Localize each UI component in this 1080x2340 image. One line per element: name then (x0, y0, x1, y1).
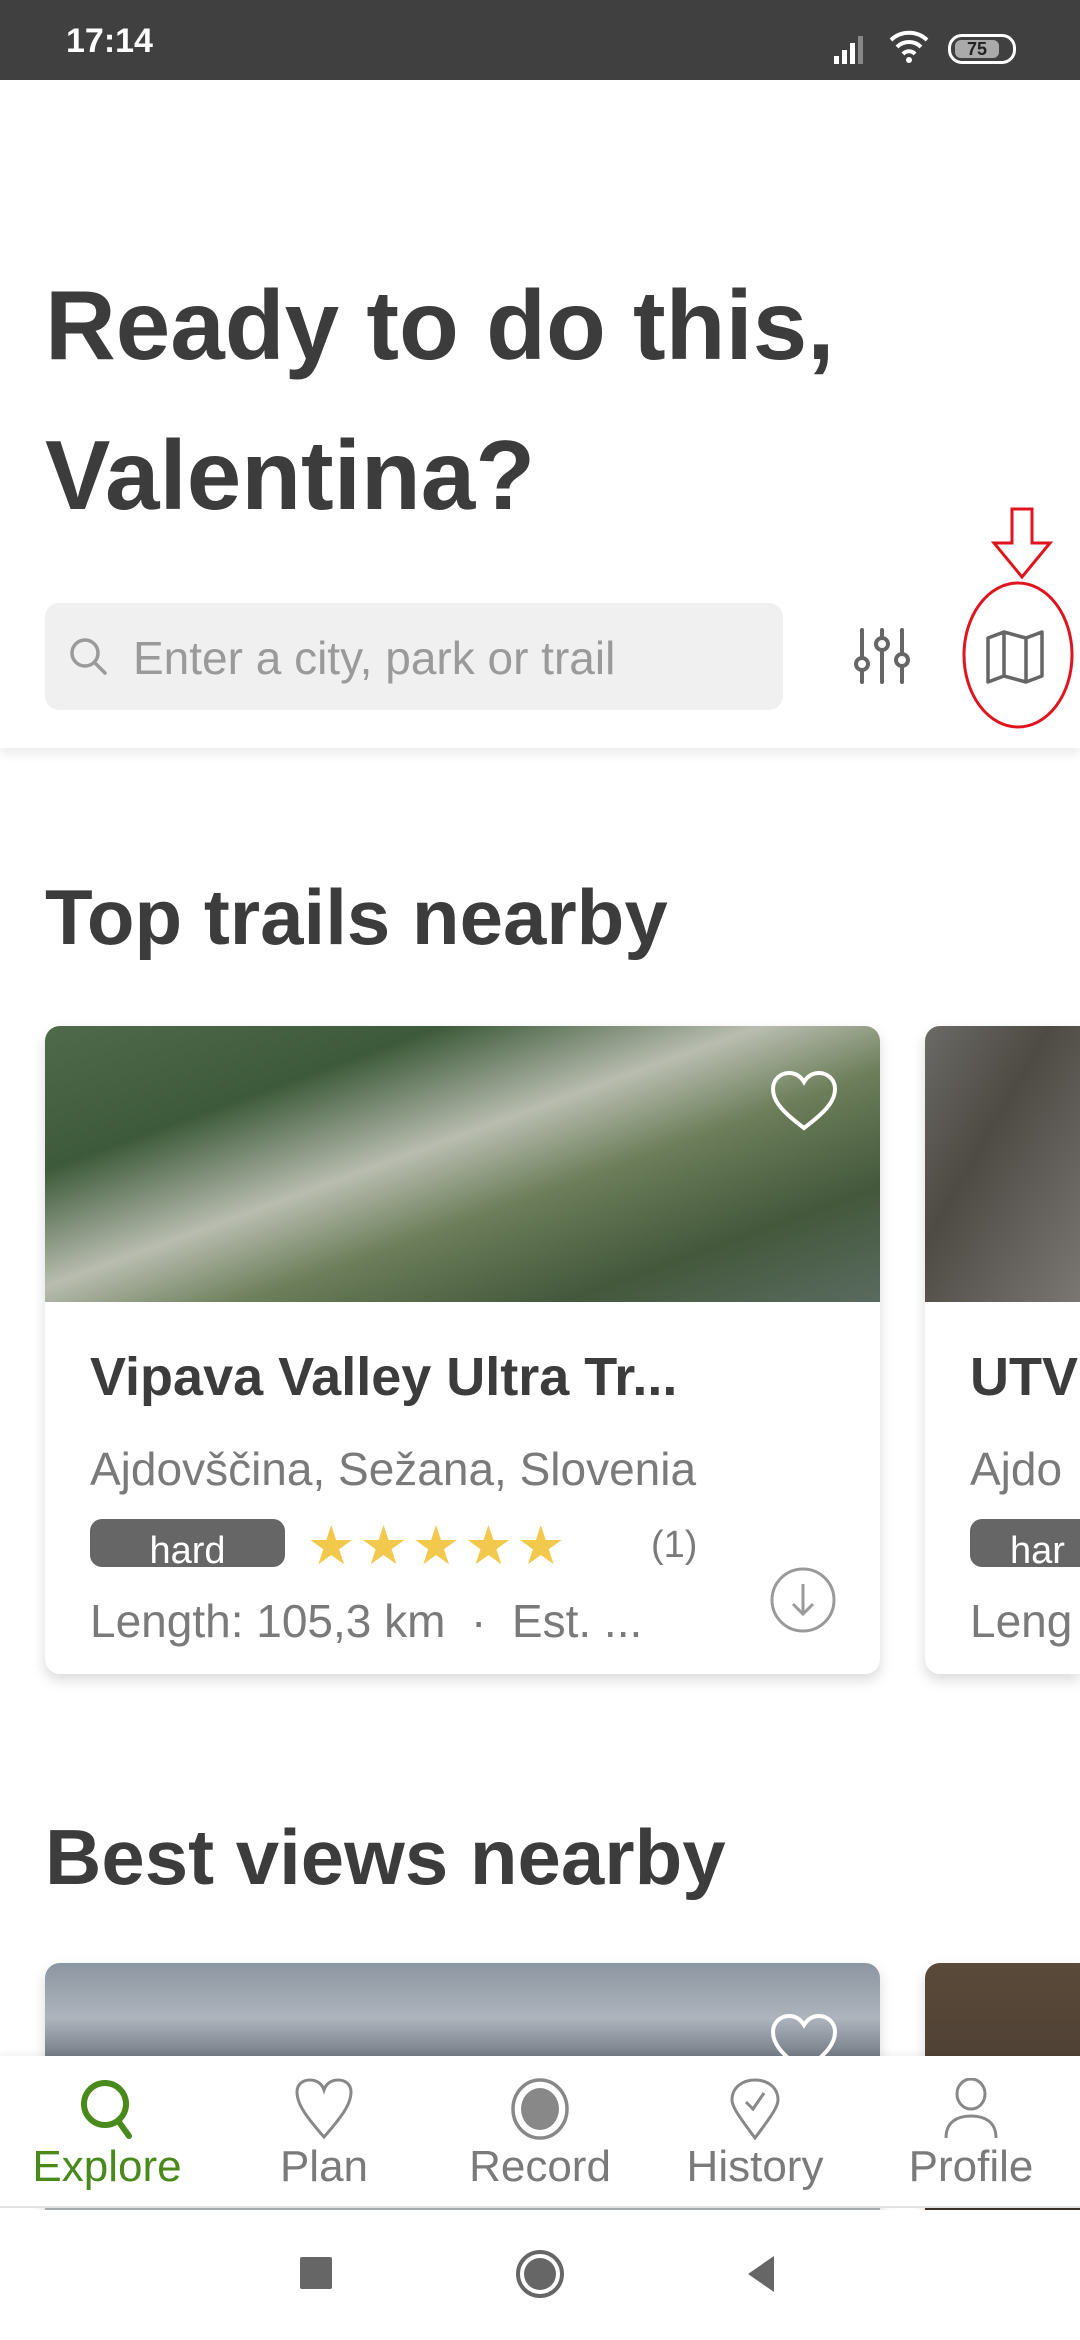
record-icon (511, 2078, 569, 2140)
download-icon[interactable] (769, 1566, 837, 1634)
difficulty-badge: har (970, 1519, 1080, 1567)
nav-label: Plan (279, 2142, 369, 2191)
sliders-icon[interactable] (852, 626, 912, 686)
nav-label: Explore (32, 2142, 182, 2191)
nav-profile[interactable]: Profile (871, 2056, 1071, 2208)
system-nav-bar (0, 2210, 1080, 2340)
greeting-line1: Ready to do this, (45, 270, 835, 380)
nav-explore[interactable]: Explore (7, 2056, 207, 2208)
nav-label: History (686, 2142, 824, 2191)
nav-label: Profile (908, 2142, 1034, 2191)
heart-icon[interactable] (770, 1070, 838, 1132)
nav-record[interactable]: Record (440, 2056, 640, 2208)
review-count: (1) (651, 1524, 698, 1566)
greeting-line2: Valentina? (45, 420, 536, 530)
bottom-nav: Explore Plan Record History Profile (0, 2056, 1080, 2208)
signal-icon (834, 36, 863, 64)
trail-photo (45, 1026, 880, 1302)
wifi-icon (889, 30, 929, 63)
search-input[interactable]: Enter a city, park or trail (45, 603, 783, 710)
trail-title: UTV (970, 1347, 1078, 1407)
difficulty-badge: hard (90, 1519, 285, 1567)
trail-location: Ajdo (970, 1443, 1063, 1495)
star-rating: ★★★★★ (307, 1516, 570, 1576)
search-icon (81, 2080, 132, 2139)
status-bar: 17:14 75 (0, 0, 1080, 80)
back-button[interactable] (744, 2254, 778, 2294)
clock: 17:14 (66, 22, 153, 60)
nav-plan[interactable]: Plan (224, 2056, 424, 2208)
header: Ready to do this, Valentina? Enter a cit… (0, 80, 1080, 748)
section-title-best-views: Best views nearby (45, 1813, 726, 1901)
battery-level: 75 (955, 40, 999, 58)
trail-photo (925, 1026, 1080, 1302)
heart-icon (295, 2078, 353, 2140)
history-pin-icon (730, 2078, 780, 2140)
search-placeholder: Enter a city, park or trail (133, 632, 616, 684)
recents-button[interactable] (300, 2257, 332, 2289)
trail-card[interactable]: UTV Ajdo har Leng (925, 1026, 1080, 1674)
person-icon (944, 2078, 998, 2139)
battery-icon: 75 (948, 34, 1016, 64)
trail-length: Leng (970, 1595, 1073, 1647)
trail-location: Ajdovščina, Sežana, Slovenia (90, 1443, 697, 1495)
search-icon (70, 638, 107, 675)
nav-history[interactable]: History (655, 2056, 855, 2208)
section-title-top-trails: Top trails nearby (45, 873, 668, 961)
trail-title: Vipava Valley Ultra Tr... (90, 1347, 678, 1407)
annotation-arrow-circle (962, 507, 1074, 729)
trail-length: Length: 105,3 km · Est. ... (90, 1595, 643, 1647)
nav-label: Record (469, 2142, 611, 2191)
trail-card[interactable]: Vipava Valley Ultra Tr... Ajdovščina, Se… (45, 1026, 880, 1674)
home-button[interactable] (514, 2248, 566, 2300)
